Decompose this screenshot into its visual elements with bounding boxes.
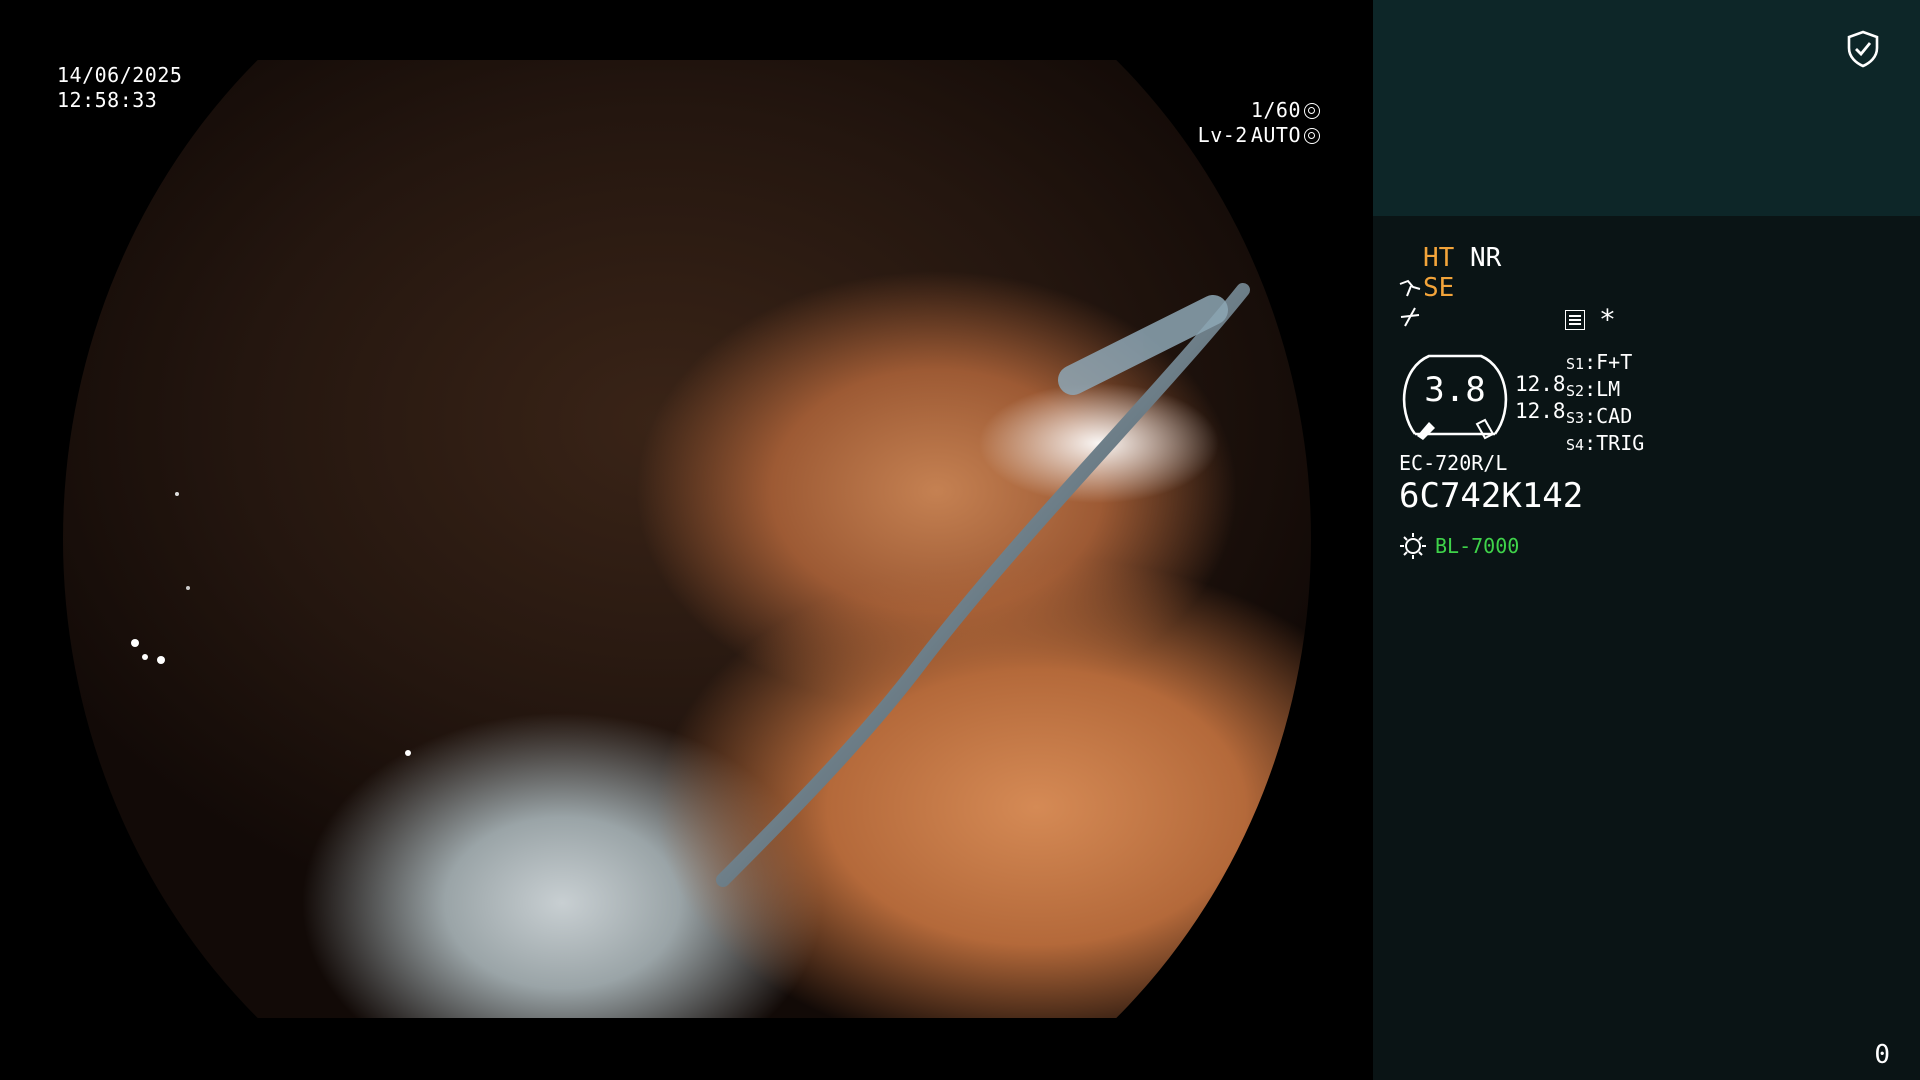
- mode-text: AUTO: [1250, 123, 1301, 147]
- dial-right-bottom: 12.8: [1515, 399, 1566, 423]
- dial-right-top: 12.8: [1515, 372, 1566, 396]
- slot-row: S2:LM: [1566, 377, 1621, 401]
- endoscope-view: [63, 60, 1311, 1018]
- dial-values: 12.8 12.8: [1515, 371, 1566, 425]
- date-text: 14/06/2025: [57, 63, 183, 87]
- se-row: SE: [1399, 274, 1454, 302]
- pulse-icon: [1399, 306, 1421, 334]
- light-source-row: BL-7000: [1399, 532, 1519, 560]
- ht-label: HT: [1423, 243, 1455, 273]
- ht-nr-row: HT NR: [1423, 244, 1501, 272]
- star-marker: *: [1599, 303, 1616, 336]
- se-label: SE: [1423, 273, 1455, 303]
- status-panel: HT NR SE * 3.8 12.8 12.8 S1:F+T S2:LM S3…: [1373, 0, 1920, 1080]
- slot-row: S1:F+T: [1566, 350, 1633, 374]
- shutter-speed-text: 1/60: [1250, 98, 1301, 122]
- slot-row: S3:CAD: [1566, 404, 1633, 428]
- datetime-overlay: 14/06/2025 12:58:33: [57, 63, 182, 113]
- scope-serial: 6C742K142: [1399, 476, 1584, 516]
- level-text: Lv-2: [1197, 123, 1248, 147]
- panel-header: [1373, 0, 1920, 216]
- time-text: 12:58:33: [57, 88, 158, 112]
- shield-check-icon[interactable]: [1846, 30, 1880, 68]
- aperture-icon: [1304, 102, 1320, 119]
- light-source-label: BL-7000: [1435, 534, 1520, 558]
- exposure-overlay: 1/60 Lv-2 AUTO: [1198, 98, 1320, 148]
- menu-settings-icon[interactable]: [1565, 310, 1585, 330]
- auto-iris-icon: [1304, 127, 1320, 144]
- structure-enhance-icon: [1399, 279, 1421, 297]
- button-assignments: S1:F+T S2:LM S3:CAD S4:TRIG: [1566, 350, 1644, 458]
- light-sun-icon: [1400, 533, 1426, 559]
- nr-label: NR: [1469, 243, 1502, 273]
- slot-row: S4:TRIG: [1566, 431, 1645, 455]
- instrument-shaft: [131, 283, 1250, 887]
- menu-row: *: [1565, 306, 1616, 334]
- image-counter: 0: [1874, 1040, 1890, 1070]
- scope-model: EC-720R/L: [1399, 451, 1508, 475]
- endoscope-video-area: 14/06/2025 12:58:33 1/60 Lv-2 AUTO: [0, 0, 1372, 1080]
- dial-value: 3.8: [1424, 370, 1486, 410]
